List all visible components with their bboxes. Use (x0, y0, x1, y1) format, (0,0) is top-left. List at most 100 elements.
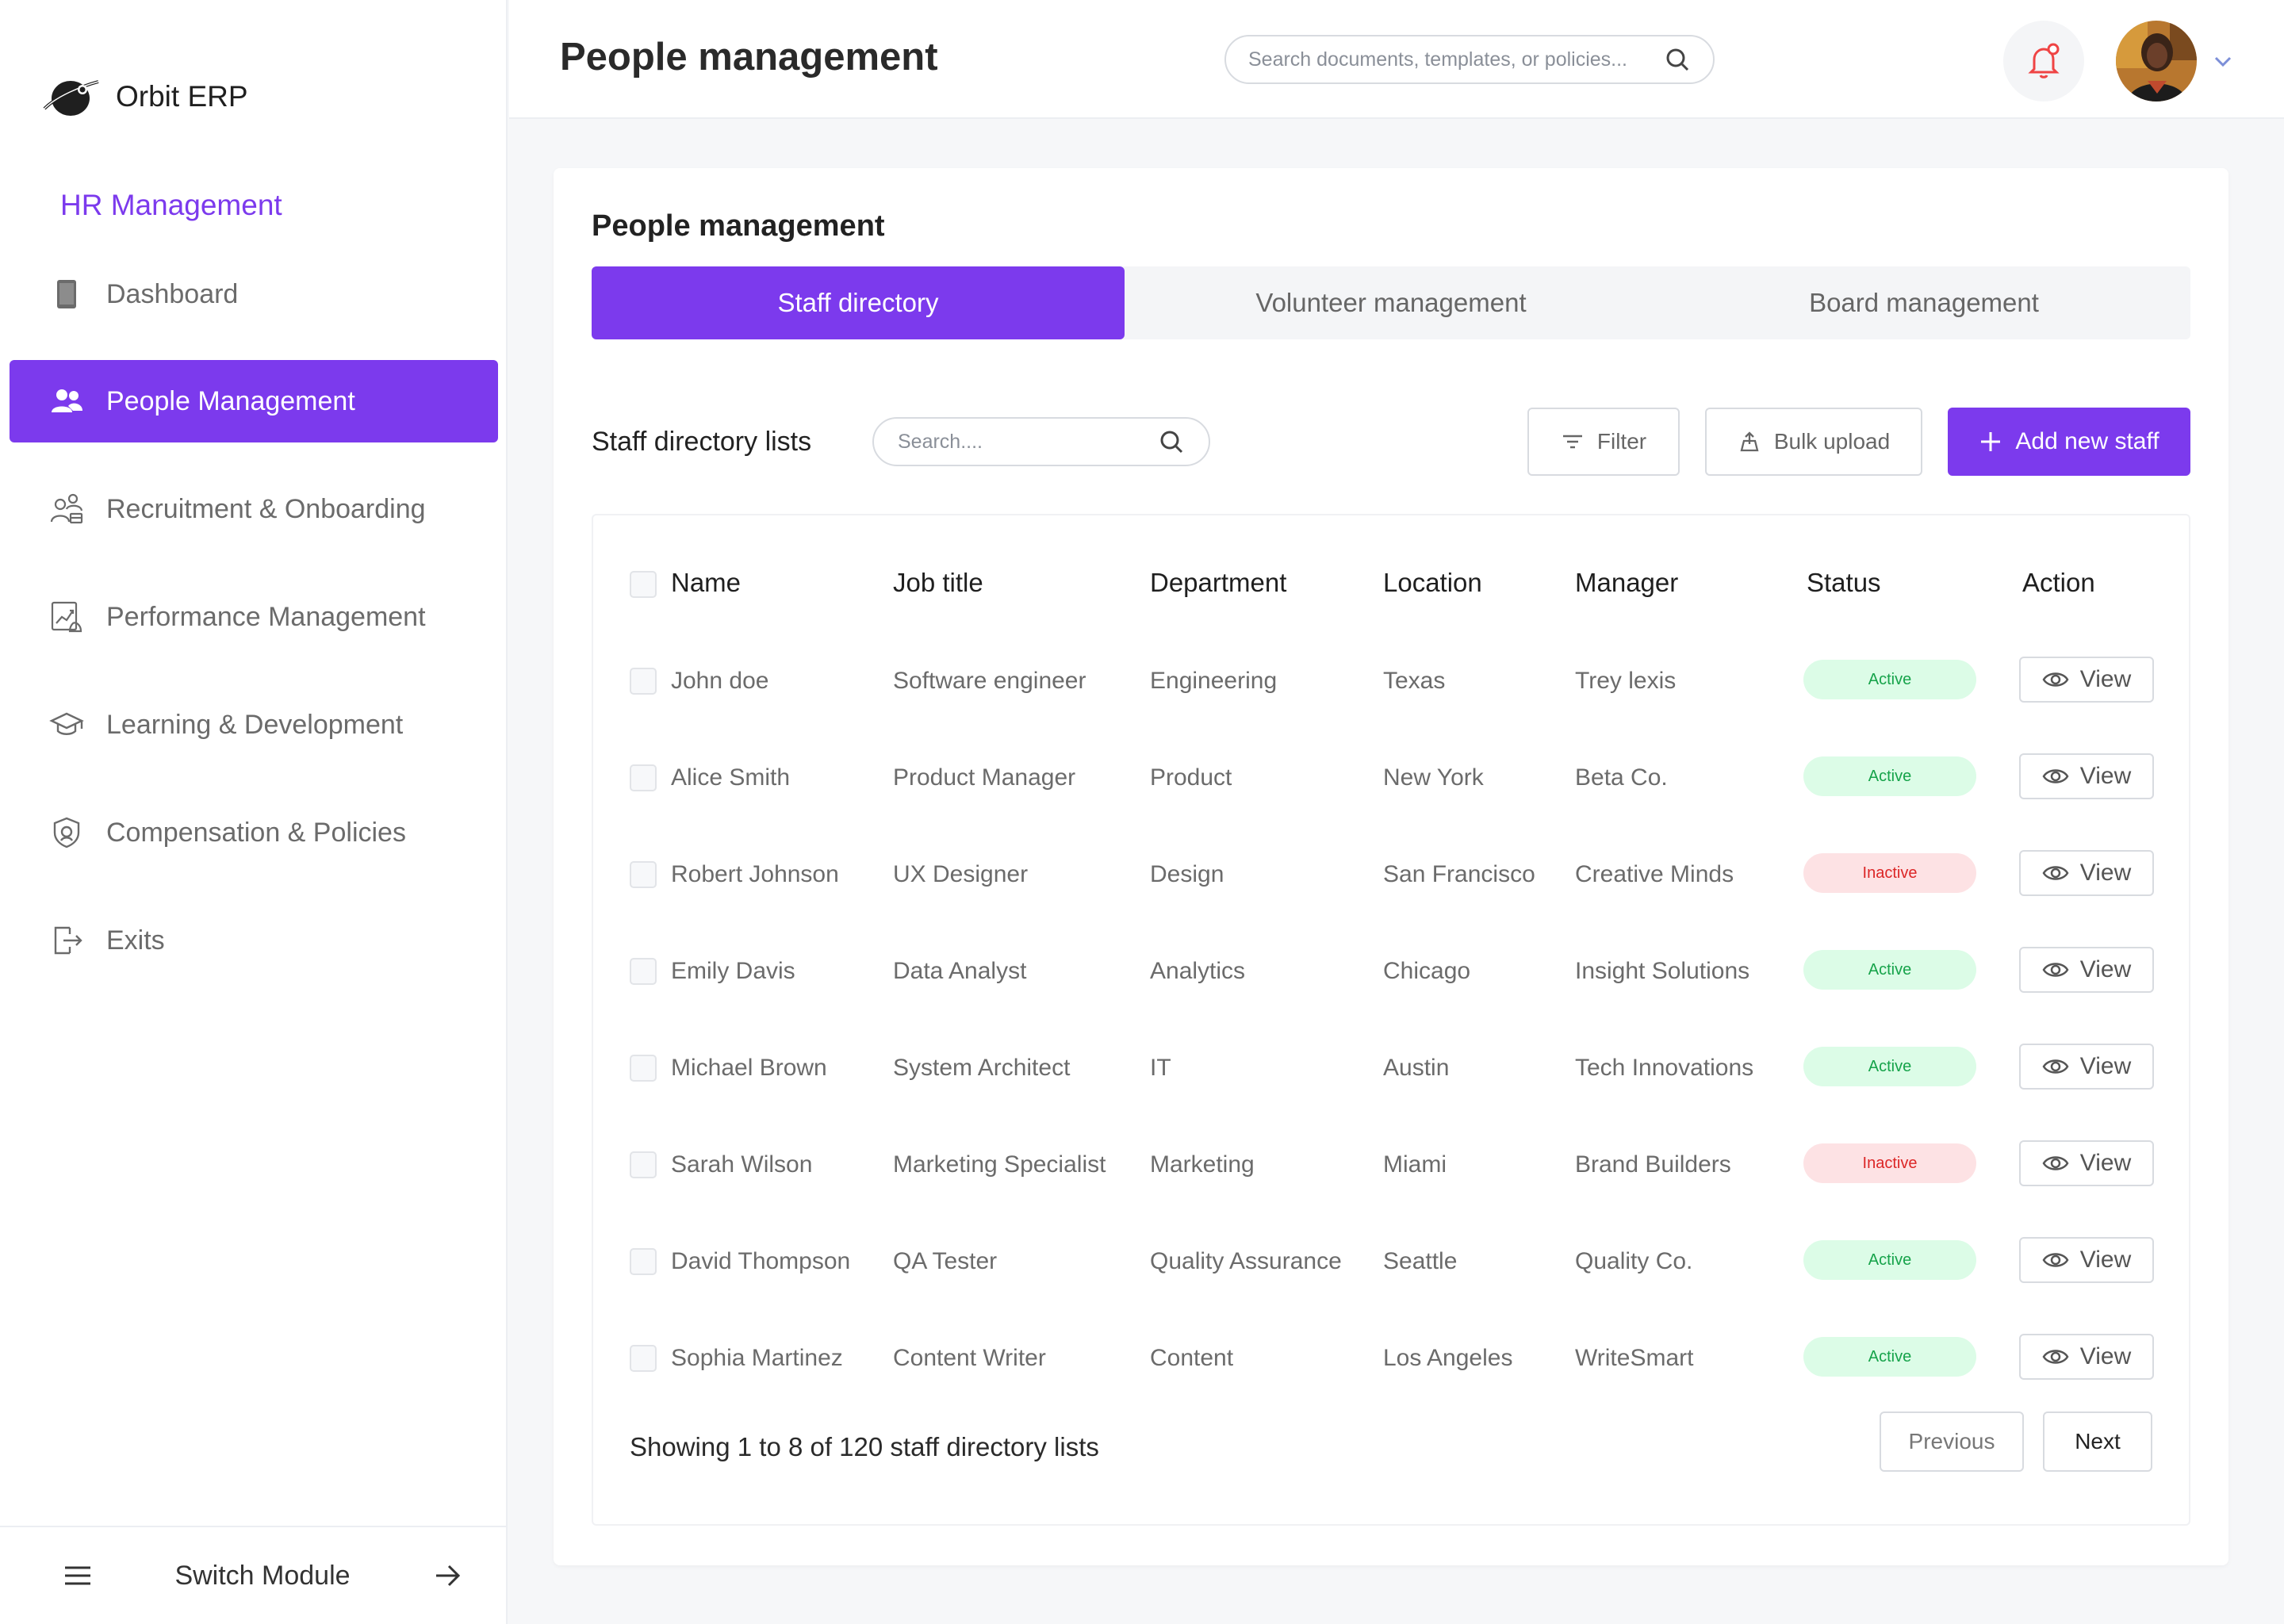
row-checkbox[interactable] (630, 1055, 657, 1082)
sidebar-item-exits[interactable]: Exits (10, 899, 498, 982)
search-icon[interactable] (1158, 428, 1185, 455)
row-checkbox[interactable] (630, 1248, 657, 1275)
exit-icon (49, 923, 84, 958)
bulk-upload-label: Bulk upload (1773, 429, 1891, 454)
column-header-name[interactable]: Name (671, 568, 741, 598)
table-row: David Thompson QA Tester Quality Assurance… (593, 1215, 2189, 1312)
sidebar-item-compensation[interactable]: Compensation & Policies (10, 791, 498, 874)
tablet-icon (49, 277, 84, 312)
row-checkbox[interactable] (630, 1151, 657, 1178)
cell-department: Quality Assurance (1150, 1248, 1342, 1274)
list-search-input[interactable] (898, 430, 1158, 454)
global-search[interactable] (1224, 35, 1715, 84)
add-new-staff-label: Add new staff (2015, 428, 2159, 454)
view-button[interactable]: View (2019, 850, 2154, 896)
cell-manager: Insight Solutions (1575, 958, 1750, 984)
view-button[interactable]: View (2019, 1044, 2154, 1090)
filter-label: Filter (1596, 429, 1647, 454)
table-row: Emily Davis Data Analyst Analytics Chicago I… (593, 925, 2189, 1021)
tab-volunteer-management[interactable]: Volunteer management (1125, 266, 1657, 339)
tab-bar: Staff directory Volunteer management Boa… (592, 266, 2190, 339)
status-badge: Active (1803, 1047, 1976, 1086)
cell-name: Sophia Martinez (671, 1345, 843, 1371)
sidebar-item-label: People Management (106, 385, 355, 416)
status-badge: Active (1803, 1337, 1976, 1377)
column-header-manager[interactable]: Manager (1575, 568, 1678, 598)
table-row: Sarah Wilson Marketing Specialist Marketin… (593, 1118, 2189, 1215)
sidebar-item-label: Learning & Development (106, 709, 404, 740)
eye-icon (2042, 1253, 2069, 1267)
row-checkbox[interactable] (630, 764, 657, 791)
eye-icon (2042, 1350, 2069, 1364)
tab-staff-directory[interactable]: Staff directory (592, 266, 1125, 339)
filter-button[interactable]: Filter (1527, 408, 1680, 476)
avatar-photo (2116, 21, 2197, 102)
view-button[interactable]: View (2019, 947, 2154, 993)
view-button[interactable]: View (2019, 1140, 2154, 1186)
hamburger-menu-icon[interactable] (62, 1560, 94, 1591)
column-header-job-title[interactable]: Job title (893, 568, 983, 598)
notifications-button[interactable] (2003, 21, 2084, 102)
cell-location: San Francisco (1383, 861, 1535, 887)
cell-department: Marketing (1150, 1151, 1255, 1178)
status-badge: Active (1803, 1240, 1976, 1280)
view-label: View (2079, 1247, 2132, 1273)
view-label: View (2079, 956, 2132, 982)
sidebar-item-dashboard[interactable]: Dashboard (10, 251, 498, 338)
view-button[interactable]: View (2019, 753, 2154, 799)
previous-page-button[interactable]: Previous (1880, 1411, 2024, 1472)
view-button[interactable]: View (2019, 1334, 2154, 1380)
upload-icon (1740, 431, 1759, 452)
user-avatar[interactable] (2116, 21, 2197, 102)
view-label: View (2079, 1343, 2132, 1369)
page-title: People management (560, 36, 938, 79)
chevron-down-icon[interactable] (2211, 49, 2235, 73)
arrow-right-icon[interactable] (431, 1560, 463, 1591)
sidebar-item-recruitment[interactable]: Recruitment & Onboarding (10, 468, 498, 550)
cell-job-title: System Architect (893, 1055, 1071, 1081)
list-search[interactable] (872, 417, 1210, 466)
cell-department: Content (1150, 1345, 1234, 1371)
cell-name: Emily Davis (671, 958, 795, 984)
add-new-staff-button[interactable]: Add new staff (1948, 408, 2190, 476)
sidebar-item-people-management[interactable]: People Management (10, 360, 498, 442)
search-icon[interactable] (1664, 46, 1691, 73)
cell-name: David Thompson (671, 1248, 851, 1274)
brand[interactable]: Orbit ERP (41, 70, 248, 124)
cell-department: Product (1150, 764, 1232, 791)
view-button[interactable]: View (2019, 657, 2154, 703)
cell-job-title: Marketing Specialist (893, 1151, 1106, 1178)
view-button[interactable]: View (2019, 1237, 2154, 1283)
row-checkbox[interactable] (630, 958, 657, 985)
cell-manager: Beta Co. (1575, 764, 1668, 791)
bulk-upload-button[interactable]: Bulk upload (1705, 408, 1922, 476)
table-row: John doe Software engineer Engineering Texa… (593, 634, 2189, 731)
row-checkbox[interactable] (630, 861, 657, 888)
switch-module-bar[interactable]: Switch Module (0, 1526, 508, 1624)
row-checkbox[interactable] (630, 1345, 657, 1372)
select-all-checkbox[interactable] (630, 571, 657, 598)
sidebar-item-learning[interactable]: Learning & Development (10, 684, 498, 766)
column-header-department[interactable]: Department (1150, 568, 1286, 598)
global-search-input[interactable] (1248, 48, 1664, 71)
cell-location: New York (1383, 764, 1484, 791)
cell-location: Chicago (1383, 958, 1471, 984)
column-header-location[interactable]: Location (1383, 568, 1482, 598)
cell-manager: Creative Minds (1575, 861, 1734, 887)
next-page-button[interactable]: Next (2043, 1411, 2152, 1472)
cell-department: IT (1150, 1055, 1171, 1081)
staff-table: Name Job title Department Location Manag… (592, 514, 2190, 1526)
cell-location: Seattle (1383, 1248, 1458, 1274)
sidebar-item-performance[interactable]: Performance Management (10, 576, 498, 658)
tab-board-management[interactable]: Board management (1657, 266, 2190, 339)
users-icon (49, 384, 84, 419)
cell-manager: Tech Innovations (1575, 1055, 1754, 1081)
sidebar: Orbit ERP HR Management Dashboard People… (0, 0, 508, 1624)
column-header-status[interactable]: Status (1807, 568, 1881, 598)
list-title: Staff directory lists (592, 427, 812, 457)
card-title: People management (592, 209, 885, 243)
eye-icon (2042, 963, 2069, 977)
cell-department: Engineering (1150, 668, 1278, 694)
row-checkbox[interactable] (630, 668, 657, 695)
sidebar-item-label: Dashboard (106, 278, 239, 309)
